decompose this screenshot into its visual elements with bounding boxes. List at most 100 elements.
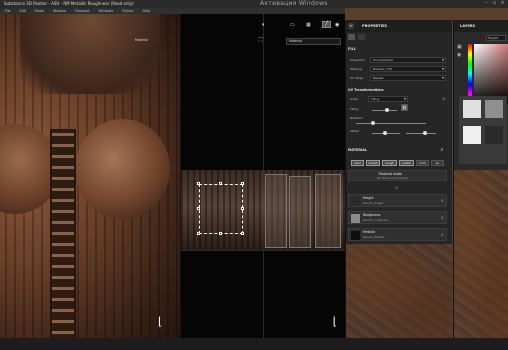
channel-metal-button[interactable]: metal <box>399 160 414 166</box>
model-lacing <box>50 129 76 338</box>
filtering-label: Filtering <box>350 67 363 71</box>
fit-view-icon[interactable]: ⛶ <box>259 37 263 43</box>
close-icon[interactable]: × <box>500 1 505 6</box>
remove-icon[interactable]: × <box>441 215 444 220</box>
lock-icon[interactable]: ⛓ <box>401 104 408 111</box>
folder-icon[interactable]: ▣ <box>457 44 462 50</box>
material-mode-slot[interactable]: Material mode No Resource Selected <box>348 170 447 181</box>
selection-handle[interactable] <box>197 182 200 185</box>
layer-thumbnail[interactable] <box>463 126 481 144</box>
roughness-slot-subtitle: Bevel1_roughness <box>363 218 389 222</box>
layer-blend-dropdown[interactable]: Height <box>486 35 506 41</box>
tab-fill-icon[interactable] <box>348 34 355 40</box>
height-slot[interactable]: Height Bevel1_Height × <box>348 194 447 207</box>
uv-grid-line <box>181 250 345 251</box>
metallic-slot-subtitle: Bevel1_Metallic <box>363 235 385 239</box>
maximize-icon[interactable]: ▫ <box>492 1 497 6</box>
rotation-label: Rotation <box>350 116 363 120</box>
fill-section-title: FILL <box>348 47 356 51</box>
viewport-2d-toolbar: ⛶ <box>259 37 263 43</box>
material-section-title: MATERIAL <box>348 148 368 152</box>
roughness-slot-title: Roughness <box>363 213 381 217</box>
selection-handle[interactable] <box>241 182 244 185</box>
minimize-icon[interactable]: – <box>484 1 489 6</box>
activation-watermark: Активация Windows <box>260 0 328 7</box>
window-title: Substance 3D Painter - ASH - RM Metallic… <box>4 1 134 6</box>
menu-viewport[interactable]: Viewport <box>75 9 90 13</box>
layers-empty-area <box>454 170 508 338</box>
height-slot-subtitle: Bevel1_Height <box>363 201 384 205</box>
selection-handle[interactable] <box>197 207 200 210</box>
selection-handle[interactable] <box>241 207 244 210</box>
uv-transformations-title[interactable]: UV Transformations <box>348 88 383 92</box>
viewport-3d[interactable]: Material ⌊ <box>0 14 180 338</box>
channel-rough-button[interactable]: rough <box>382 160 397 166</box>
selection-handle[interactable] <box>219 232 222 235</box>
status-bar <box>0 338 508 350</box>
menu-windows[interactable]: Windows <box>99 9 114 13</box>
tab-mask-icon[interactable] <box>358 34 365 40</box>
menu-file[interactable]: File <box>5 9 11 13</box>
uv-island <box>265 174 287 248</box>
viewport-3d-mode-label[interactable]: Material <box>135 38 148 42</box>
uvwrap-dropdown[interactable]: Repeat <box>370 75 446 81</box>
channel-ao-button[interactable]: ao <box>431 160 444 166</box>
hue-strip[interactable] <box>468 44 472 104</box>
uv-island <box>315 174 341 248</box>
menu-edit[interactable]: Edit <box>20 9 26 13</box>
properties-icon[interactable]: ≡ <box>348 23 354 29</box>
uv-island <box>289 176 311 248</box>
channel-nrml-button[interactable]: nrml <box>416 160 429 166</box>
metallic-slot[interactable]: Metallic Bevel1_Metallic × <box>348 228 447 241</box>
axis-gizmo-icon: ⌊ <box>158 315 163 328</box>
viewport-2d-channel-dropdown[interactable]: Material <box>286 38 341 45</box>
roughness-thumbnail <box>351 214 360 223</box>
tiling-slider-knob[interactable] <box>385 108 389 112</box>
remove-icon[interactable]: × <box>441 198 444 203</box>
roughness-slot[interactable]: Roughness Bevel1_roughness × <box>348 211 447 224</box>
remove-icon[interactable]: × <box>441 232 444 237</box>
projection-dropdown[interactable]: UV projection <box>370 57 446 63</box>
layer-mask-thumbnail[interactable] <box>485 126 503 144</box>
axis-gizmo-icon: ⌊ <box>332 315 337 328</box>
offset-x-knob[interactable] <box>383 131 387 135</box>
channel-height-button[interactable]: height <box>366 160 380 166</box>
material-menu-icon[interactable]: ⇵ <box>440 147 443 152</box>
scale-dropdown[interactable]: Tiling <box>368 96 408 102</box>
properties-tab-header: ≡ PROPERTIES <box>345 20 452 32</box>
tiling-label: Tiling <box>350 107 359 111</box>
rotation-slider-knob[interactable] <box>371 121 375 125</box>
material-mode-subtitle: No Resource Selected <box>377 176 408 180</box>
menu-mode[interactable]: Mode <box>35 9 44 13</box>
grid-icon[interactable]: ▦ <box>306 22 311 28</box>
camera-icon[interactable]: ◉ <box>335 22 339 28</box>
layer-thumbnail[interactable] <box>463 100 481 118</box>
visibility-icon[interactable]: ◉ <box>457 52 461 58</box>
filtering-dropdown[interactable]: Bilinear | HQ <box>370 66 446 72</box>
selection-handle[interactable] <box>197 232 200 235</box>
uv-selection-box[interactable] <box>199 184 243 234</box>
rotation-slider[interactable] <box>356 123 426 124</box>
offset-y-knob[interactable] <box>423 131 427 135</box>
projection-label: Projection <box>350 58 365 62</box>
menu-window[interactable]: Window <box>53 9 66 13</box>
properties-title: PROPERTIES <box>362 24 387 28</box>
paint-tool-icon[interactable]: ╱ <box>322 21 331 28</box>
menu-python[interactable]: Python <box>122 9 133 13</box>
selection-handle[interactable] <box>241 232 244 235</box>
channel-color-button[interactable]: color <box>351 160 364 166</box>
menu-help[interactable]: Help <box>143 9 151 13</box>
viewport-2d[interactable]: ⛶ Material ⌊ <box>180 14 345 338</box>
layers-panel: LAYERS Height ▣ ◉ <box>453 20 508 338</box>
color-picker[interactable] <box>474 44 508 104</box>
reset-icon[interactable]: ⊙ <box>442 96 445 101</box>
layer-mask-thumbnail[interactable] <box>485 100 503 118</box>
offset-y-slider[interactable] <box>406 133 436 134</box>
layers-title: LAYERS <box>454 20 508 32</box>
model-cup-right <box>75 119 170 219</box>
properties-empty-area <box>346 244 452 338</box>
selection-handle[interactable] <box>219 182 222 185</box>
pause-icon[interactable]: ⏸ <box>262 22 265 28</box>
layout-icon[interactable]: ▭ <box>290 22 295 28</box>
height-slot-title: Height <box>363 196 374 200</box>
